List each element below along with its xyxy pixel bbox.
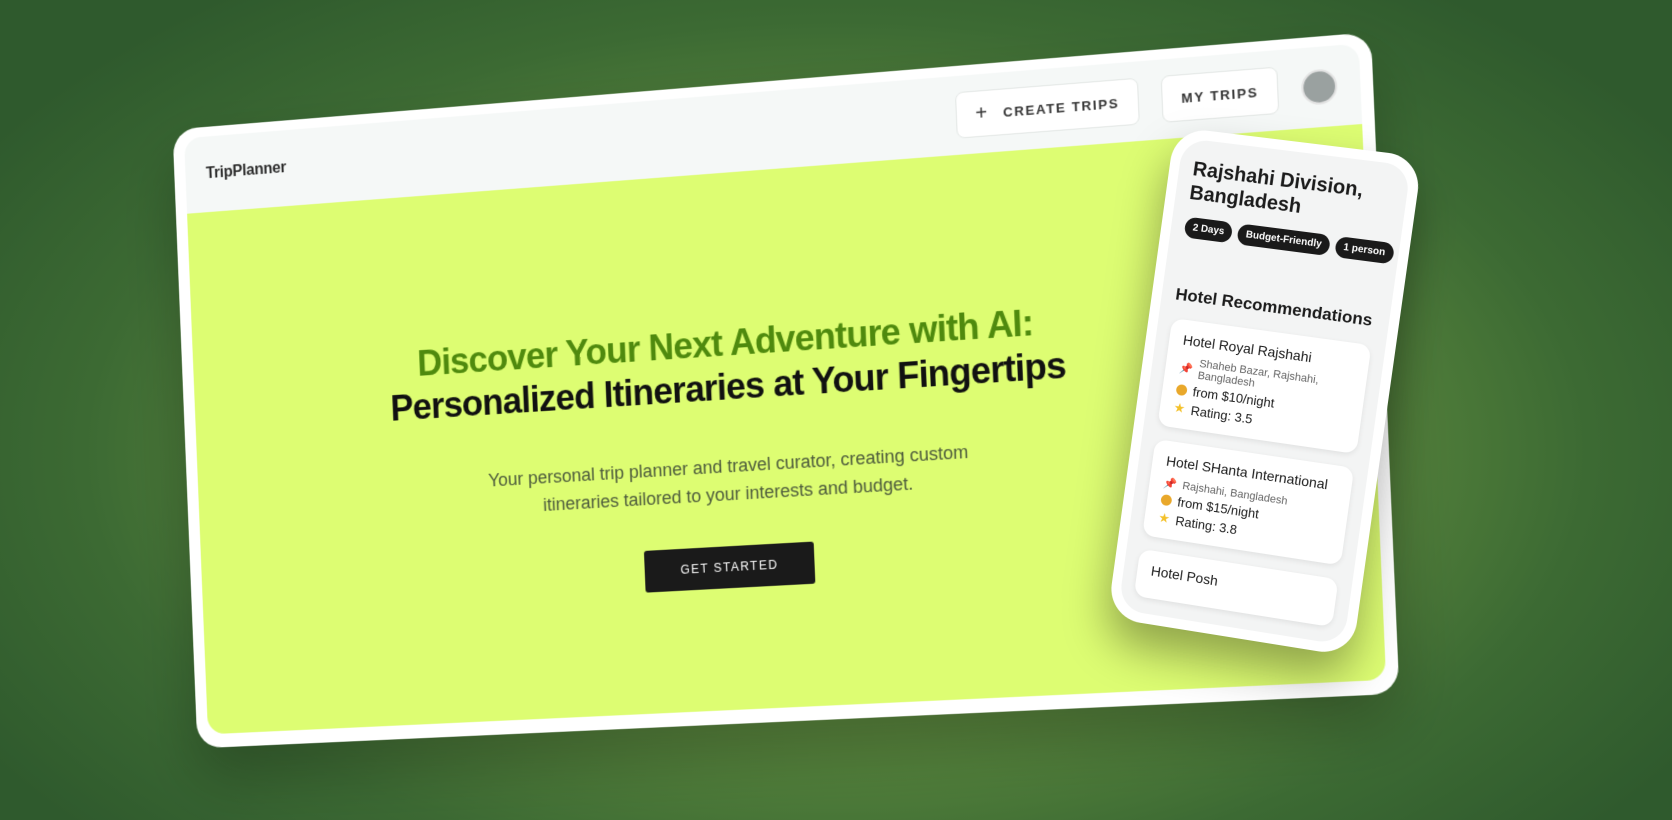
my-trips-button[interactable]: MY TRIPS xyxy=(1160,66,1280,123)
create-trips-label: CREATE TRIPS xyxy=(1002,95,1120,120)
hero-subtitle: Your personal trip planner and travel cu… xyxy=(487,441,969,515)
tag-budget: Budget-Friendly xyxy=(1236,223,1331,257)
tag-travelers: 1 person xyxy=(1334,235,1395,265)
coin-icon xyxy=(1175,383,1188,397)
hotel-card[interactable]: Hotel SHanta International 📌 Rajshahi, B… xyxy=(1142,438,1355,566)
avatar[interactable] xyxy=(1300,68,1338,106)
nav-actions: + CREATE TRIPS MY TRIPS xyxy=(955,62,1338,139)
coin-icon xyxy=(1160,493,1173,507)
pin-icon: 📌 xyxy=(1162,477,1178,492)
hotel-name: Hotel Posh xyxy=(1150,562,1219,589)
plus-icon: + xyxy=(974,101,990,126)
get-started-button[interactable]: GET STARTED xyxy=(644,541,815,593)
pin-icon: 📌 xyxy=(1178,361,1194,376)
trip-location: Rajshahi Division, Bangladesh xyxy=(1188,158,1365,218)
tag-days: 2 Days xyxy=(1183,216,1234,244)
my-trips-label: MY TRIPS xyxy=(1181,84,1259,106)
hotel-card[interactable]: Hotel Royal Rajshahi 📌 Shaheb Bazar, Raj… xyxy=(1157,318,1372,455)
create-trips-button[interactable]: + CREATE TRIPS xyxy=(955,77,1140,139)
star-icon: ★ xyxy=(1157,509,1171,527)
logo[interactable]: TripPlanner xyxy=(206,159,287,183)
star-icon: ★ xyxy=(1172,399,1187,416)
